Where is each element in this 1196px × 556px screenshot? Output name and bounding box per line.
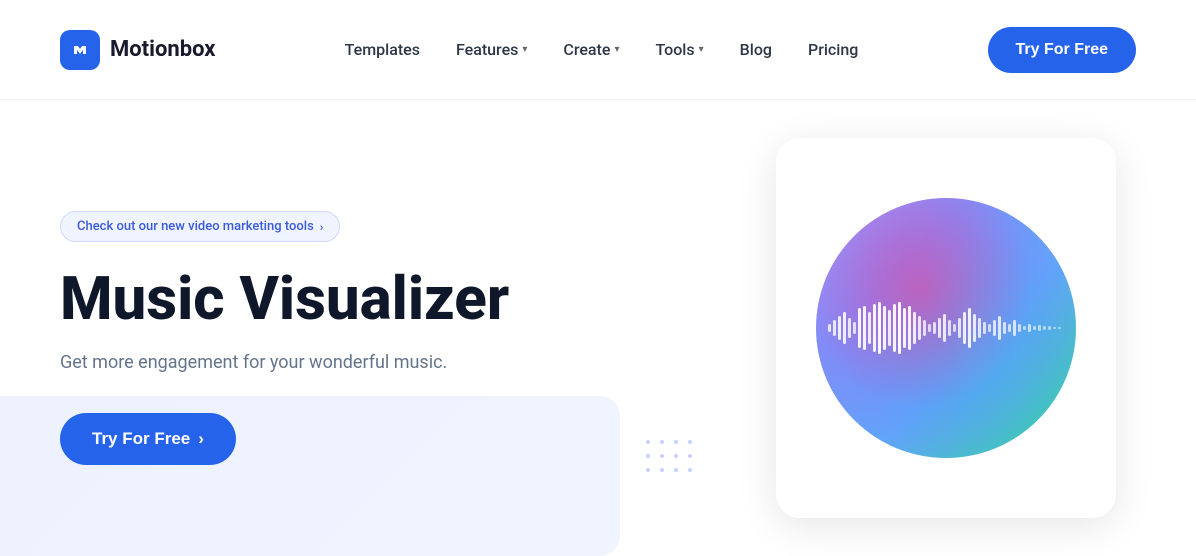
logo[interactable]: Motionbox: [60, 30, 215, 70]
header-cta-button[interactable]: Try For Free: [988, 27, 1136, 73]
arrow-icon: ›: [320, 220, 324, 234]
hero-right: [756, 100, 1136, 556]
logo-text: Motionbox: [110, 37, 215, 62]
nav-item-tools[interactable]: Tools ▾: [655, 40, 703, 59]
hero-section: Check out our new video marketing tools …: [0, 100, 1196, 556]
hero-badge-text: Check out our new video marketing tools: [77, 219, 314, 234]
hero-title: Music Visualizer: [60, 266, 716, 332]
waveform: [816, 298, 1076, 358]
hero-badge[interactable]: Check out our new video marketing tools …: [60, 211, 340, 242]
hero-left: Check out our new video marketing tools …: [60, 100, 756, 556]
nav-item-blog[interactable]: Blog: [740, 40, 772, 59]
hero-subtitle: Get more engagement for your wonderful m…: [60, 352, 716, 373]
header: Motionbox Templates Features ▾ Create ▾ …: [0, 0, 1196, 100]
main-nav: Templates Features ▾ Create ▾ Tools ▾ Bl…: [345, 40, 859, 59]
chevron-down-icon: ▾: [699, 44, 704, 55]
nav-item-features[interactable]: Features ▾: [456, 40, 527, 59]
hero-content: Check out our new video marketing tools …: [60, 211, 716, 465]
nav-item-templates[interactable]: Templates: [345, 40, 420, 59]
chevron-down-icon: ▾: [522, 44, 527, 55]
nav-item-pricing[interactable]: Pricing: [808, 40, 858, 59]
visualizer-circle: [816, 198, 1076, 458]
hero-cta-button[interactable]: Try For Free ›: [60, 413, 236, 465]
logo-icon: [60, 30, 100, 70]
arrow-icon: ›: [198, 429, 204, 449]
nav-item-create[interactable]: Create ▾: [563, 40, 619, 59]
chevron-down-icon: ▾: [614, 44, 619, 55]
visualizer-card: [776, 138, 1116, 518]
